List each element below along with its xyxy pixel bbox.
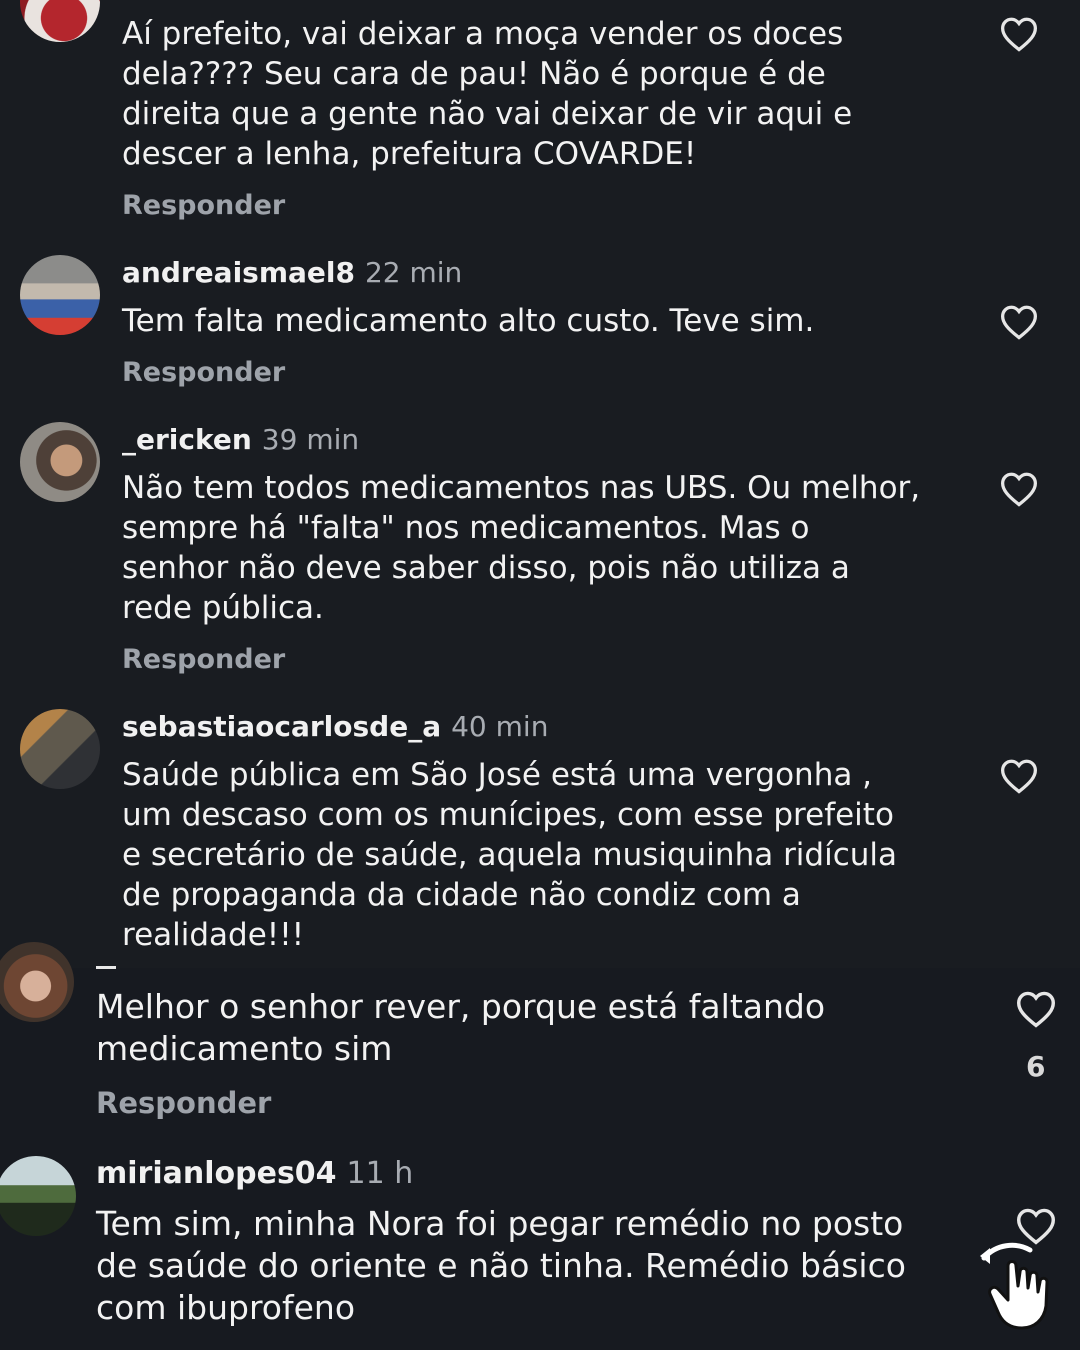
comment-text: Tem falta medicamento alto custo. Teve s… (122, 303, 815, 339)
comment-text: Melhor o senhor rever, porque está falta… (96, 987, 826, 1068)
heart-icon[interactable] (999, 758, 1039, 794)
username-label[interactable]: sebastiaocarlosde_a (122, 710, 441, 743)
heart-icon[interactable] (999, 304, 1039, 340)
avatar[interactable] (20, 709, 100, 789)
avatar[interactable] (20, 422, 100, 502)
reply-button[interactable]: Responder (122, 644, 285, 675)
comment-text: Saúde pública em São José está uma vergo… (122, 757, 898, 953)
reply-button[interactable]: Responder (96, 1086, 271, 1120)
comment-username[interactable]: _ericken 39 min (122, 423, 359, 456)
comment-username[interactable]: andreaismael8 22 min (122, 256, 462, 289)
comment-time: 11 h (346, 1156, 414, 1191)
comment-text: Não tem todos medicamentos nas UBS. Ou m… (122, 470, 921, 626)
avatar[interactable] (20, 255, 100, 335)
comment-username[interactable]: sebastiaocarlosde_a 40 min (122, 710, 548, 743)
comment-time: 40 min (451, 710, 549, 743)
username-label[interactable]: _ericken (122, 423, 252, 456)
comment-time: 22 min (364, 256, 463, 289)
comment-time: 39 min (261, 423, 360, 456)
divider (96, 966, 116, 969)
heart-icon[interactable] (999, 471, 1039, 507)
hand-pointer-icon (980, 1242, 1049, 1330)
username-label[interactable]: andreaismael8 (122, 256, 355, 289)
like-count: 6 (1026, 1050, 1046, 1083)
heart-icon[interactable] (1015, 990, 1057, 1028)
comment-text: Aí prefeito, vai deixar a moça vender os… (122, 16, 853, 172)
comment-username[interactable]: mirianlopes04 11 h (96, 1156, 413, 1191)
username-label[interactable]: mirianlopes04 (96, 1156, 337, 1191)
avatar[interactable] (20, 0, 100, 42)
comment-text: Tem sim, minha Nora foi pegar remédio no… (96, 1204, 906, 1327)
reply-button[interactable]: Responder (122, 357, 285, 388)
reply-button[interactable]: Responder (122, 190, 285, 221)
heart-icon[interactable] (999, 16, 1039, 52)
comments-panel-top: Aí prefeito, vai deixar a moça vender os… (0, 0, 1080, 968)
